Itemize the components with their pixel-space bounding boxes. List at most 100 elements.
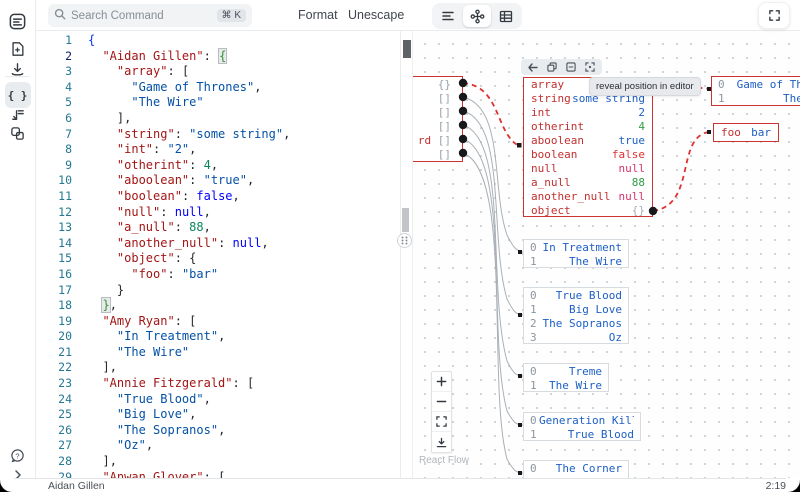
value-type-symbol: [] <box>437 120 451 133</box>
array-node[interactable]: 0 True Blood 1 Big Love 2 The Sopranos 3 Oz <box>523 287 629 344</box>
unescape-button[interactable]: Unescape <box>348 0 404 31</box>
editor-line[interactable]: 23 "Annie Fitzgerald": [ <box>36 376 400 392</box>
line-number: 20 <box>58 329 72 344</box>
node-row: 0 Game of Thrones <box>712 78 800 92</box>
editor-line[interactable]: 1{ <box>36 33 400 49</box>
node-row: boolean false <box>524 148 652 162</box>
editor-line[interactable]: 9 "otherint": 4, <box>36 158 400 174</box>
editor-line[interactable]: 10 "aboolean": "true", <box>36 173 400 189</box>
editor-line[interactable]: 26 "The Sopranos", <box>36 423 400 439</box>
download-image-button[interactable] <box>432 432 451 452</box>
node-key: boolean <box>531 148 578 161</box>
array-node[interactable]: 0 Generation Kill 1 True Blood <box>523 412 641 441</box>
node-value: bar <box>751 126 771 139</box>
editor-line[interactable]: 15 "object": { <box>36 251 400 267</box>
node-value: 88 <box>631 176 645 189</box>
node-row: foo bar <box>714 124 778 141</box>
editor-line[interactable]: 18 }, <box>36 298 400 314</box>
editor-line[interactable]: 17 } <box>36 283 400 299</box>
value-type-symbol: [] <box>437 92 451 105</box>
line-number: 11 <box>58 188 72 203</box>
table-view-button[interactable] <box>492 5 520 27</box>
code-text: "Big Love", <box>116 407 197 422</box>
editor-line[interactable]: 6 ], <box>36 111 400 127</box>
panel-resize-handle[interactable] <box>397 233 412 248</box>
download-icon[interactable] <box>5 56 31 82</box>
editor-line[interactable]: 20 "In Treatment", <box>36 329 400 345</box>
line-number: 13 <box>58 220 72 235</box>
format-button[interactable]: Format <box>298 0 338 31</box>
editor-line[interactable]: 4 "Game of Thrones", <box>36 80 400 96</box>
code-text: { <box>88 33 96 47</box>
editor-line[interactable]: 19 "Amy Ryan": [ <box>36 314 400 330</box>
code-text: "null": null, <box>116 204 211 219</box>
editor-line[interactable]: 8 "int": "2", <box>36 142 400 158</box>
editor-line[interactable]: 5 "The Wire" <box>36 95 400 111</box>
node-value: {} <box>631 204 645 217</box>
editor-line[interactable]: 7 "string": "some string", <box>36 127 400 143</box>
node-value: 4 <box>638 120 645 133</box>
object-child-node[interactable]: foo bar <box>713 123 779 142</box>
array-value: True Blood <box>567 428 634 441</box>
editor-line[interactable]: 14 "another_null": null, <box>36 236 400 252</box>
node-row: 1 True Blood <box>524 428 640 442</box>
editor-line[interactable]: 28 ], <box>36 454 400 470</box>
editor-line[interactable]: 27 "Oz", <box>36 438 400 454</box>
line-number: 4 <box>65 79 72 94</box>
array-node[interactable]: 0 In Treatment 1 The Wire <box>523 239 629 268</box>
editor-line[interactable]: 22 ], <box>36 360 400 376</box>
zoom-out-button[interactable] <box>432 392 451 412</box>
node-key: aboolean <box>531 134 584 147</box>
root-object-node[interactable]: {} [] [] [] rd [] [] <box>413 76 463 162</box>
node-key: foo <box>721 126 741 139</box>
array-index: 1 <box>718 92 725 105</box>
fullscreen-button[interactable] <box>758 2 790 29</box>
search-command-input[interactable]: Search Command ⌘ K <box>48 4 252 27</box>
node-key: null <box>531 162 558 175</box>
array-index: 0 <box>530 241 537 254</box>
line-number: 18 <box>58 298 72 313</box>
editor-line[interactable]: 25 "Big Love", <box>36 407 400 423</box>
node-value: false <box>611 148 645 161</box>
editor-line[interactable]: 21 "The Wire" <box>36 345 400 361</box>
editor-line[interactable]: 12 "null": null, <box>36 205 400 221</box>
back-arrow-icon[interactable] <box>528 62 538 72</box>
editor-line[interactable]: 29 "Anwan Glover": [ <box>36 470 400 478</box>
json-code-editor[interactable]: 1{2 "Aidan Gillen": {3 "array": [4 "Game… <box>36 31 400 478</box>
editor-scrollbar-thumb[interactable] <box>403 40 411 58</box>
editor-line[interactable]: 2 "Aidan Gillen": { <box>36 48 400 65</box>
node-key: int <box>531 106 551 119</box>
node-row: int 2 <box>524 106 652 120</box>
code-text: "True Blood", <box>116 391 211 406</box>
copy-icon[interactable] <box>547 62 557 72</box>
focus-node-icon[interactable] <box>585 62 595 72</box>
graph-canvas[interactable]: {} [] [] [] rd [] [] array string some strin… <box>412 31 800 478</box>
text-view-button[interactable] <box>434 5 462 27</box>
code-text: }, <box>102 298 117 313</box>
editor-line[interactable]: 13 "a_null": 88, <box>36 220 400 236</box>
editor-line[interactable]: 3 "array": [ <box>36 64 400 80</box>
array-index: 2 <box>530 317 537 330</box>
array-index: 0 <box>530 462 537 475</box>
fit-view-button[interactable] <box>432 412 451 432</box>
cursor-position: 2:19 <box>765 479 786 492</box>
graph-view-button[interactable] <box>463 5 491 27</box>
compare-icon[interactable] <box>5 120 31 146</box>
collapse-node-icon[interactable] <box>566 62 576 72</box>
array-node[interactable]: 0 The Corner <box>523 460 629 478</box>
array-value: Oz <box>608 331 622 344</box>
node-row: {} <box>413 78 462 92</box>
editor-line[interactable]: 16 "foo": "bar" <box>36 267 400 283</box>
code-text: "The Wire" <box>131 95 204 110</box>
array-node[interactable]: 0 Treme 1 The Wire <box>523 363 609 392</box>
array-node[interactable]: 0 Game of Thrones 1 The Wire <box>711 76 800 106</box>
zoom-in-button[interactable] <box>432 372 451 392</box>
editor-line[interactable]: 11 "boolean": false, <box>36 189 400 205</box>
node-row: 1 The Wire <box>524 379 608 393</box>
editor-line[interactable]: 24 "True Blood", <box>36 392 400 408</box>
code-text: "Game of Thrones", <box>131 79 262 94</box>
panel-splitter-bar[interactable] <box>402 208 409 232</box>
node-key: a_null <box>531 176 571 189</box>
react-flow-attribution[interactable]: React Flow <box>419 455 469 466</box>
selected-object-node[interactable]: array string some string int 2 otherint 4 abool… <box>523 77 653 217</box>
